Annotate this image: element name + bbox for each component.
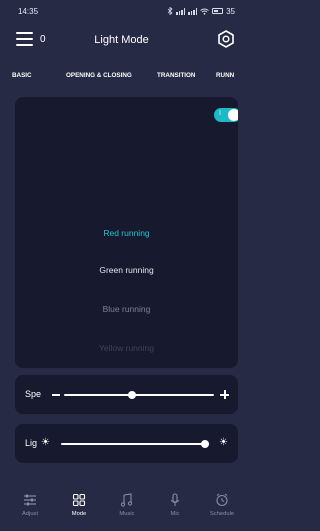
brightness-label: Lig: [25, 438, 38, 448]
bluetooth-icon: [167, 7, 173, 15]
nav-mic-label: Mic: [170, 511, 180, 517]
status-bar: 14:35 35: [0, 0, 243, 22]
nav-mode[interactable]: Mode: [59, 493, 99, 517]
brightness-high-icon[interactable]: ☀: [219, 437, 228, 448]
nav-schedule[interactable]: Schedule: [202, 493, 242, 517]
mode-item-yellow-running[interactable]: Yellow running: [15, 343, 238, 353]
settings-icon[interactable]: [217, 30, 235, 48]
speed-slider-thumb[interactable]: [127, 391, 136, 399]
signal-icon: [176, 7, 186, 15]
nav-adjust[interactable]: Adjust: [10, 493, 50, 517]
toggle-knob: [228, 109, 238, 121]
mode-tabs: BASIC OPENING & CLOSING TRANSITION RUNN: [0, 70, 243, 84]
tab-basic[interactable]: BASIC: [12, 72, 32, 79]
music-icon: [120, 493, 133, 507]
nav-music-label: Music: [119, 511, 135, 517]
toggle-on-mark: I: [219, 110, 221, 117]
page-title: Light Mode: [94, 34, 149, 46]
speed-slider-track[interactable]: [64, 394, 214, 396]
mode-item-blue-running[interactable]: Blue running: [15, 304, 238, 314]
nav-music[interactable]: Music: [107, 493, 147, 517]
tab-transition[interactable]: TRANSITION: [157, 72, 195, 79]
brightness-slider-thumb[interactable]: [200, 440, 209, 448]
nav-mode-label: Mode: [71, 511, 87, 517]
brightness-slider-panel: Lig ☀ ☀: [15, 424, 238, 463]
brightness-low-icon[interactable]: ☀: [41, 437, 50, 448]
speed-slider-panel: Spe: [15, 375, 238, 414]
nav-schedule-label: Schedule: [209, 511, 235, 517]
battery-level: 35: [226, 6, 235, 16]
status-time: 14:35: [18, 6, 39, 16]
grid-icon: [72, 493, 86, 507]
signal-icon: [188, 7, 198, 15]
mode-item-green-running[interactable]: Green running: [15, 265, 238, 275]
status-icons: 35: [167, 7, 235, 16]
nav-mic[interactable]: Mic: [155, 493, 195, 517]
mic-icon: [170, 493, 180, 506]
app-header: 0 Light Mode: [0, 24, 243, 58]
battery-icon: [212, 8, 224, 14]
speed-decrease-icon[interactable]: [52, 394, 60, 396]
mode-list-panel: I Red running Green running Blue running…: [15, 97, 238, 368]
tab-opening-closing[interactable]: OPENING & CLOSING: [66, 72, 132, 79]
wifi-icon: [200, 8, 209, 15]
sliders-icon: [24, 494, 36, 506]
clock-icon: [216, 493, 228, 507]
nav-adjust-label: Adjust: [21, 511, 39, 517]
mode-power-toggle[interactable]: I: [214, 108, 238, 122]
speed-label: Spe: [25, 389, 42, 399]
speed-increase-icon-bar[interactable]: [224, 390, 226, 399]
brightness-slider-track[interactable]: [61, 443, 209, 445]
mode-item-red-running[interactable]: Red running: [15, 228, 238, 238]
tab-running[interactable]: RUNN: [216, 72, 234, 79]
bottom-nav: Adjust Mode Music Mic Schedule: [0, 477, 243, 531]
